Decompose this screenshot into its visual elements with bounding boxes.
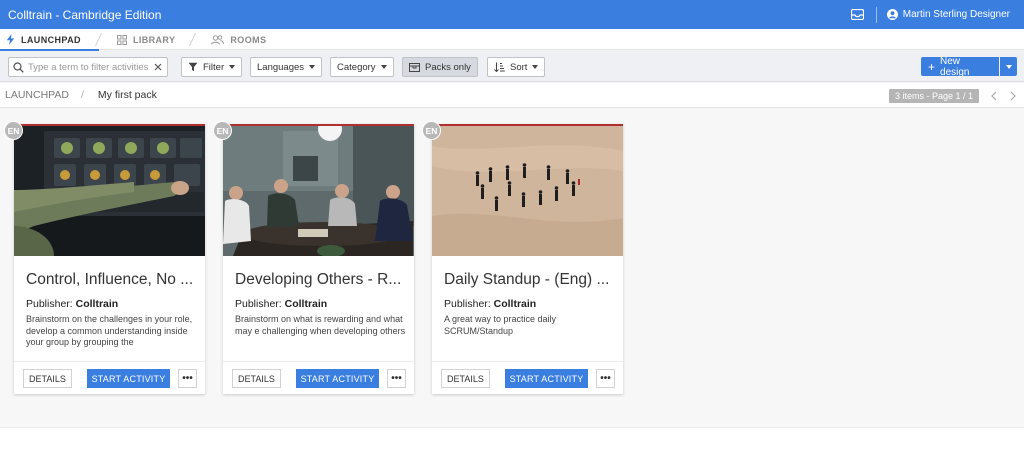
plus-icon: +: [928, 59, 936, 74]
grid-icon: [116, 34, 127, 45]
sort-icon: [494, 62, 505, 72]
prev-page-icon[interactable]: [988, 89, 1000, 103]
more-options-button[interactable]: •••: [178, 369, 197, 388]
packs-only-toggle[interactable]: Packs only: [402, 57, 478, 77]
details-button[interactable]: DETAILS: [23, 369, 72, 388]
card-image-standup[interactable]: [432, 126, 623, 256]
people-icon: [211, 34, 225, 45]
category-dropdown[interactable]: Category: [330, 57, 394, 77]
filter-toolbar: Filter Languages Category Packs only Sor…: [0, 51, 1024, 82]
activity-card: Developing Others - R... Publisher: Coll…: [223, 124, 414, 394]
tab-library[interactable]: LIBRARY: [99, 29, 197, 50]
search-icon: [13, 61, 24, 73]
title-bar-divider: [875, 6, 877, 23]
breadcrumb-current: My first pack: [97, 89, 157, 101]
card-publisher: Publisher: Colltrain: [26, 298, 119, 310]
chevron-down-icon: [380, 65, 387, 69]
publisher-name: Colltrain: [75, 298, 119, 310]
details-button[interactable]: DETAILS: [441, 369, 490, 388]
tab-launchpad-label: LAUNCHPAD: [21, 34, 81, 45]
sort-dropdown[interactable]: Sort: [487, 57, 546, 77]
tab-library-label: LIBRARY: [132, 34, 176, 45]
user-name: Martin Sterling Designer: [902, 9, 1010, 20]
new-design-split-button: + New design: [921, 55, 1017, 78]
card-publisher: Publisher: Colltrain: [235, 298, 328, 310]
footer-area: [0, 427, 1024, 470]
card-image-cockpit[interactable]: [14, 126, 205, 256]
sort-label: Sort: [510, 61, 528, 73]
card-title[interactable]: Daily Standup - (Eng) ...: [444, 271, 616, 289]
search-input[interactable]: [28, 61, 150, 73]
next-page-icon[interactable]: [1007, 89, 1019, 103]
title-bar: Colltrain - Cambridge Edition Martin Ste…: [0, 0, 1024, 29]
details-button[interactable]: DETAILS: [232, 369, 281, 388]
languages-dropdown[interactable]: Languages: [250, 57, 323, 77]
language-badge: EN: [213, 121, 232, 140]
inbox-icon[interactable]: [844, 9, 872, 20]
start-activity-button[interactable]: START ACTIVITY: [87, 369, 170, 388]
new-design-button[interactable]: + New design: [921, 55, 999, 78]
more-options-button[interactable]: •••: [387, 369, 406, 388]
package-icon: [409, 63, 420, 72]
card-title[interactable]: Developing Others - R...: [235, 271, 407, 289]
main-tabs: LAUNCHPAD LIBRARY ROOMS: [0, 29, 1024, 51]
new-design-label: New design: [940, 55, 970, 78]
card-publisher: Publisher: Colltrain: [444, 298, 537, 310]
activity-card: Daily Standup - (Eng) ... Publisher: Col…: [432, 124, 623, 394]
activity-card: Control, Influence, No ... Publisher: Co…: [14, 124, 205, 394]
breadcrumb-separator: /: [80, 89, 84, 101]
category-label: Category: [337, 61, 376, 73]
start-activity-button[interactable]: START ACTIVITY: [296, 369, 379, 388]
publisher-name: Colltrain: [493, 298, 537, 310]
chevron-down-icon: [309, 65, 316, 69]
chevron-down-icon: [229, 65, 236, 69]
search-box: [8, 57, 168, 77]
chevron-down-icon: [1005, 64, 1012, 69]
breadcrumb-root[interactable]: LAUNCHPAD: [5, 89, 69, 101]
tab-rooms-label: ROOMS: [230, 34, 267, 45]
filter-icon: [188, 62, 198, 72]
tab-launchpad[interactable]: LAUNCHPAD: [0, 29, 102, 51]
bolt-icon: [6, 34, 15, 45]
card-image-meeting[interactable]: [223, 126, 414, 256]
card-title[interactable]: Control, Influence, No ...: [26, 271, 198, 289]
user-menu[interactable]: Martin Sterling Designer: [886, 9, 1010, 20]
filter-button[interactable]: Filter: [181, 57, 243, 77]
pagination-info: 3 items - Page 1 / 1: [889, 89, 980, 103]
app-title: Colltrain - Cambridge Edition: [8, 7, 162, 22]
chevron-down-icon: [532, 65, 539, 69]
breadcrumb: LAUNCHPAD / My first pack 3 items - Page…: [0, 83, 1024, 108]
clear-search-icon[interactable]: [154, 63, 162, 71]
user-circle-icon: [886, 9, 898, 20]
card-description: Brainstorm on what is rewarding and what…: [235, 314, 406, 336]
languages-label: Languages: [257, 61, 305, 73]
card-description: A great way to practice daily SCRUM/Stan…: [444, 314, 557, 336]
start-activity-button[interactable]: START ACTIVITY: [505, 369, 588, 388]
new-design-dropdown-button[interactable]: [1000, 57, 1017, 76]
tab-rooms[interactable]: ROOMS: [193, 29, 284, 50]
publisher-name: Colltrain: [284, 298, 328, 310]
more-options-button[interactable]: •••: [596, 369, 615, 388]
card-description: Brainstorm on the challenges in your rol…: [26, 314, 193, 347]
packs-only-label: Packs only: [425, 61, 471, 73]
language-badge: EN: [4, 121, 23, 140]
language-badge: EN: [422, 121, 441, 140]
filter-label: Filter: [203, 61, 225, 73]
